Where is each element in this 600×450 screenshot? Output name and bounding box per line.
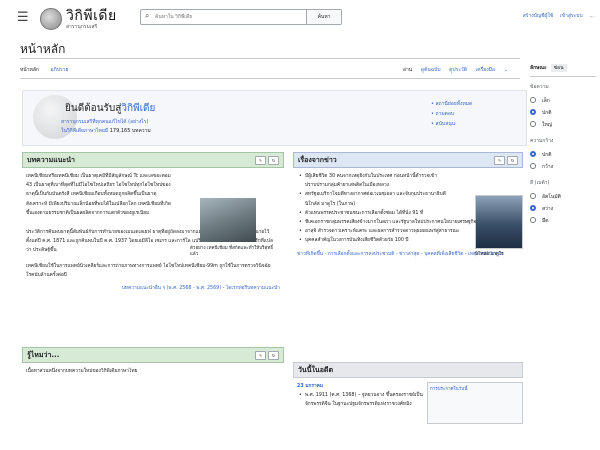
news-body: มีผู้เสียชีวิต 30 คนจากเหตุยิงกันในประเท… [293, 168, 523, 356]
login-link[interactable]: เข้าสู่ระบบ [560, 13, 583, 19]
tab-view-source[interactable]: ดูต้นฉบับ [421, 67, 441, 73]
news-item: สหรัฐอเมริกาโจมตีทางอากาศต่อเวเนซุเอลา แ… [297, 190, 447, 208]
namespace-tabs: หน้าหลัก อภิปราย [20, 66, 78, 74]
create-account-link[interactable]: สร้างบัญชีผู้ใช้ [523, 13, 554, 19]
left-column: บทความแนะนำ ✎ ↻ เทคนีเชียมหรือเทคนีเชียม… [22, 152, 284, 450]
text-size-small[interactable]: เล็ก [530, 95, 596, 107]
text-size-label: ข้อความ [530, 84, 549, 90]
color-light[interactable]: สว่าง [530, 203, 596, 215]
width-standard[interactable]: ปกติ [530, 149, 596, 161]
more-options-icon[interactable]: ... [589, 13, 594, 19]
radio-selected-icon[interactable] [530, 151, 536, 157]
menu-icon[interactable]: ☰ [17, 10, 29, 25]
right-column: เรื่องจากข่าว ✎ ↻ มีผู้เสียชีวิต 30 คนจา… [293, 152, 523, 450]
tab-history[interactable]: ดูประวัติ [449, 67, 467, 73]
radio-icon[interactable] [530, 97, 536, 103]
portal-link[interactable]: • สถานีย่อยทั้งหมด [431, 99, 472, 109]
wikipedia-logo-icon[interactable] [40, 8, 62, 30]
featured-para-1: เทคนีเชียมหรือเทคนีเชียม เป็นธาตุเคมีที่… [26, 174, 172, 216]
refresh-icon[interactable]: ↻ [507, 156, 518, 165]
box-tools: ✎ ↻ [494, 156, 518, 165]
on-this-day-image-caption: การประกาศในวันนี้ [430, 387, 468, 392]
divider [20, 58, 520, 59]
featured-article-body: เทคนีเชียมหรือเทคนีเชียม เป็นธาตุเคมีที่… [22, 168, 284, 341]
did-you-know-body: เนื้อหาส่วนหนึ่งจากบทความใหม่ของวิกิพีเด… [22, 363, 284, 380]
logo-tagline: สารานุกรมเสรี [66, 24, 98, 30]
page-title: หน้าหลัก [20, 42, 66, 56]
on-this-day-header: วันนี้ในอดีต [293, 362, 523, 378]
on-this-day-image[interactable]: การประกาศในวันนี้ [427, 382, 523, 424]
divider [530, 76, 596, 77]
did-you-know-title: รู้ไหมว่า... [27, 351, 60, 359]
chevron-down-icon: ⌄ [503, 67, 508, 73]
on-this-day-title: วันนี้ในอดีต [298, 366, 333, 374]
edit-icon[interactable]: ✎ [255, 351, 266, 360]
search-box: ⌕ ค้นหา [140, 9, 342, 25]
divider [20, 78, 520, 79]
on-this-day-item: พ.ศ. 1911 (ค.ศ. 1368) – จูหยวนจาง ขึ้นคร… [297, 391, 430, 409]
tab-talk[interactable]: อภิปราย [51, 67, 69, 73]
did-you-know-text: เนื้อหาส่วนหนึ่งจากบทความใหม่ของวิกิพีเด… [26, 369, 138, 374]
user-links: สร้างบัญชีผู้ใช้ เข้าสู่ระบบ ... [518, 12, 594, 20]
article-count[interactable]: 179,165 บทความ [110, 128, 151, 134]
featured-article-header: บทความแนะนำ ✎ ↻ [22, 152, 284, 168]
tab-read[interactable]: อ่าน [403, 67, 412, 73]
featured-para-3: เทคนีเชียมใช้ในการแพทย์นิวเคลียร์และการถ… [26, 263, 271, 278]
tab-tools[interactable]: เครื่องมือ ⌄ [476, 67, 515, 73]
technetium-image[interactable] [200, 198, 256, 242]
tab-main-page[interactable]: หน้าหลัก [20, 67, 39, 73]
color-automatic[interactable]: อัตโนมัติ [530, 191, 596, 203]
edit-icon[interactable]: ✎ [494, 156, 505, 165]
news-photo-caption: นิโคลัส มาดูโร [475, 252, 504, 257]
hide-button[interactable]: ซ่อน [550, 64, 567, 72]
welcome-title: ยินดีต้อนรับสู่วิกิพีเดีย [65, 103, 156, 114]
featured-article-title: บทความแนะนำ [27, 156, 75, 164]
appearance-panel: ลักษณะ ซ่อน ข้อความ เล็ก ปกติ ใหญ่ ความกว… [530, 64, 596, 227]
wikipedia-link[interactable]: วิกิพีเดีย [121, 103, 155, 114]
faq-link[interactable]: • ถามตอบ [431, 109, 472, 119]
header: ☰ วิกิพีเดีย สารานุกรมเสรี ⌕ ค้นหา สร้าง… [0, 0, 600, 36]
news-item: มีผู้เสียชีวิต 30 คนจากเหตุยิงกันในประเท… [297, 172, 447, 190]
text-size-large[interactable]: ใหญ่ [530, 119, 596, 131]
refresh-icon[interactable]: ↻ [268, 156, 279, 165]
article-count-line: ในวิกิพีเดียภาษาไทยมี 179,165 บทความ [61, 128, 151, 134]
edit-icon[interactable]: ✎ [255, 156, 266, 165]
search-icon: ⌕ [145, 11, 150, 20]
featured-footer-links[interactable]: บทความแนะนำอื่น ๆ (พ.ศ. 2568 - พ.ศ. 2569… [26, 284, 280, 293]
news-item: อาสุจิ สำรวจดาวเคราะห์แคระ และผลการสำรวจ… [297, 227, 512, 236]
news-header: เรื่องจากข่าว ✎ ↻ [293, 152, 523, 168]
radio-selected-icon[interactable] [530, 109, 536, 115]
radio-icon[interactable] [530, 121, 536, 127]
radio-icon[interactable] [530, 163, 536, 169]
welcome-subtitle[interactable]: สารานุกรมเสรีที่ทุกคนแก้ไขได้ (อย่างไร) [61, 118, 148, 126]
did-you-know-header: รู้ไหมว่า... ✎ ↻ [22, 347, 284, 363]
portal-links: • สถานีย่อยทั้งหมด • ถามตอบ • สนับสนุน [431, 99, 472, 129]
news-item: ตัวแทนพรรคประชาชนชนะการเลือกตั้งซ่อม ได้… [297, 209, 447, 218]
width-label: ความกว้าง [530, 138, 554, 144]
refresh-icon[interactable]: ↻ [268, 351, 279, 360]
box-tools: ✎ ↻ [255, 351, 279, 360]
view-tabs: อ่าน ดูต้นฉบับ ดูประวัติ เครื่องมือ ⌄ [403, 66, 522, 74]
text-size-standard[interactable]: ปกติ [530, 107, 596, 119]
radio-icon[interactable] [530, 193, 536, 199]
donate-link[interactable]: • สนับสนุน [431, 119, 472, 129]
news-item: บุคคลสำคัญในวงการบันเทิงเสียชีวิตด้วยวัย… [297, 236, 512, 245]
image-caption: ตัวอย่าง เทคนีเชียม ที่สกัดและทำให้บริสุ… [190, 246, 273, 257]
radio-selected-icon[interactable] [530, 205, 536, 211]
box-tools: ✎ ↻ [255, 156, 279, 165]
radio-icon[interactable] [530, 217, 536, 223]
search-input[interactable] [155, 12, 275, 22]
news-item: ชีเคเอกราชกลุ่มพรรคเสียงข้างมากในสภา และ… [297, 218, 512, 227]
color-label: สี (เบต้า) [530, 180, 550, 186]
welcome-banner: ยินดีต้อนรับสู่วิกิพีเดีย สารานุกรมเสรีท… [22, 90, 527, 146]
search-button[interactable]: ค้นหา [306, 10, 341, 24]
width-wide[interactable]: กว้าง [530, 161, 596, 173]
appearance-title: ลักษณะ ซ่อน [530, 64, 596, 72]
color-dark[interactable]: มืด [530, 215, 596, 227]
news-title: เรื่องจากข่าว [298, 156, 337, 164]
on-this-day-body: 23 มกราคม พ.ศ. 1911 (ค.ศ. 1368) – จูหยวน… [293, 378, 523, 446]
